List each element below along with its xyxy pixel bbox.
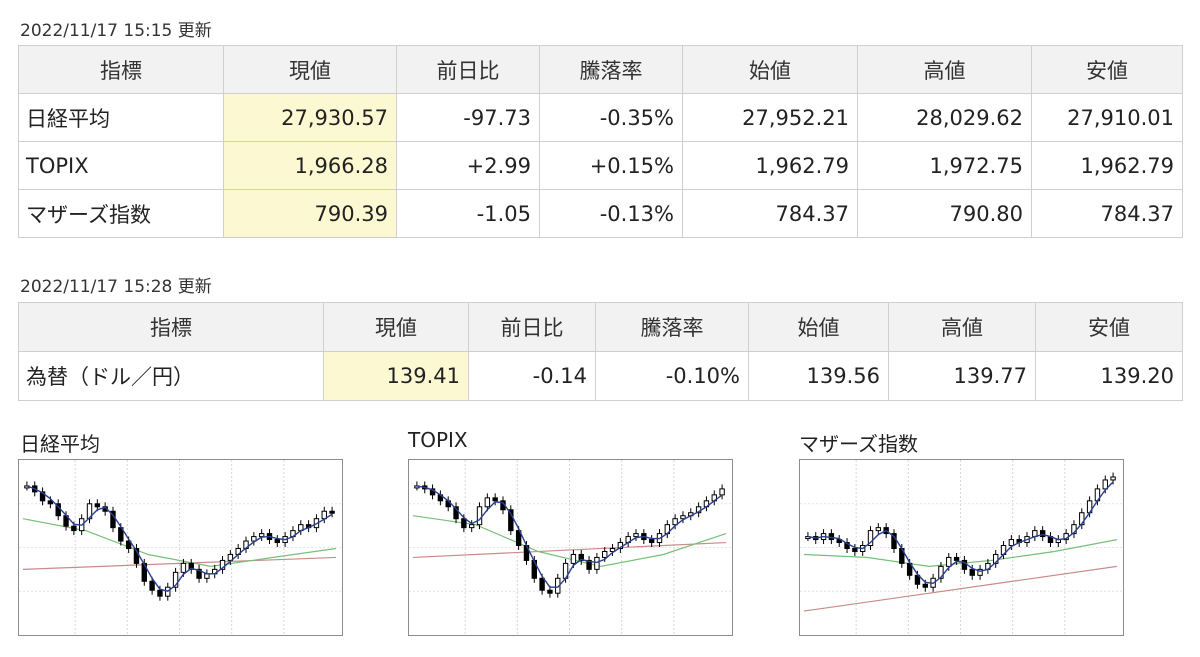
col-header-high: 高値 bbox=[888, 302, 1036, 352]
fx-table: 指標 現値 前日比 騰落率 始値 高値 安値 為替（ドル／円） 139.41 -… bbox=[18, 302, 1183, 401]
candle bbox=[476, 506, 483, 526]
candle bbox=[648, 539, 655, 544]
update-timestamp-fx: 2022/11/17 15:28 更新 bbox=[20, 277, 212, 297]
candle bbox=[969, 568, 975, 576]
fx-name: 為替（ドル／円） bbox=[18, 351, 324, 401]
candle bbox=[1008, 539, 1015, 547]
candle bbox=[570, 553, 577, 564]
candle bbox=[94, 503, 101, 508]
candle bbox=[484, 497, 491, 508]
col-header-rate: 騰落率 bbox=[595, 302, 749, 352]
candle bbox=[875, 527, 882, 532]
candle bbox=[461, 518, 467, 529]
candle bbox=[157, 589, 163, 597]
rate-value: -0.13% bbox=[539, 189, 683, 238]
change-value: -97.73 bbox=[396, 93, 540, 142]
high-value: 139.77 bbox=[888, 351, 1036, 401]
high-value: 28,029.62 bbox=[857, 93, 1032, 142]
rate-value: -0.35% bbox=[539, 93, 683, 142]
table-row: 日経平均 27,930.57 -97.73 -0.35% 27,952.21 2… bbox=[18, 93, 1183, 142]
high-value: 1,972.75 bbox=[857, 141, 1032, 190]
candle bbox=[852, 548, 858, 552]
candle bbox=[539, 577, 545, 591]
candle bbox=[633, 533, 639, 538]
chart-title-mothers: マザーズ指数 bbox=[799, 432, 918, 456]
index-link-topix[interactable]: TOPIX bbox=[18, 141, 224, 190]
low-value: 27,910.01 bbox=[1031, 93, 1183, 142]
candle bbox=[204, 573, 210, 579]
candle bbox=[71, 525, 77, 532]
current-value: 27,930.57 bbox=[223, 93, 397, 142]
open-value: 784.37 bbox=[682, 189, 858, 238]
current-value: 790.39 bbox=[223, 189, 397, 238]
rate-value: +0.15% bbox=[539, 141, 683, 190]
candle bbox=[468, 524, 475, 529]
col-header-change: 前日比 bbox=[468, 302, 596, 352]
candle bbox=[922, 583, 928, 588]
candle bbox=[149, 580, 155, 591]
candle bbox=[602, 550, 608, 558]
candle bbox=[953, 556, 960, 561]
col-header-low: 安値 bbox=[1031, 45, 1183, 94]
chart-mothers[interactable] bbox=[799, 459, 1124, 636]
current-value: 139.41 bbox=[323, 351, 469, 401]
current-value: 1,966.28 bbox=[223, 141, 397, 190]
table-row: TOPIX 1,966.28 +2.99 +0.15% 1,962.79 1,9… bbox=[18, 141, 1183, 190]
low-value: 1,962.79 bbox=[1031, 141, 1183, 190]
col-header-change: 前日比 bbox=[396, 45, 540, 94]
chart-nikkei[interactable] bbox=[18, 459, 343, 636]
col-header-open: 始値 bbox=[748, 302, 889, 352]
col-header-open: 始値 bbox=[682, 45, 858, 94]
candle bbox=[828, 533, 835, 541]
col-header-rate: 騰落率 bbox=[539, 45, 683, 94]
low-value: 139.20 bbox=[1035, 351, 1183, 401]
table-row: 為替（ドル／円） 139.41 -0.14 -0.10% 139.56 139.… bbox=[18, 351, 1183, 401]
candle bbox=[274, 539, 281, 544]
candle bbox=[492, 497, 498, 502]
change-value: -0.14 bbox=[468, 351, 596, 401]
candle bbox=[329, 510, 335, 514]
chart-title-nikkei: 日経平均 bbox=[20, 432, 100, 456]
change-value: -1.05 bbox=[396, 189, 540, 238]
open-value: 139.56 bbox=[748, 351, 889, 401]
candle bbox=[594, 556, 600, 570]
index-link-nikkei[interactable]: 日経平均 bbox=[18, 93, 224, 142]
col-header-low: 安値 bbox=[1035, 302, 1183, 352]
table-header-row: 指標 現値 前日比 騰落率 始値 高値 安値 bbox=[18, 302, 1183, 352]
col-header-high: 高値 bbox=[857, 45, 1032, 94]
index-link-mothers[interactable]: マザーズ指数 bbox=[18, 189, 224, 238]
table-header-row: 指標 現値 前日比 騰落率 始値 高値 安値 bbox=[18, 45, 1183, 94]
moving-average-long bbox=[22, 556, 337, 570]
rate-value: -0.10% bbox=[595, 351, 749, 401]
candle bbox=[258, 533, 265, 538]
update-timestamp-indices: 2022/11/17 15:15 更新 bbox=[20, 21, 212, 41]
indices-table: 指標 現値 前日比 騰落率 始値 高値 安値 日経平均 27,930.57 -9… bbox=[18, 45, 1183, 238]
candle bbox=[1110, 476, 1116, 481]
open-value: 27,952.21 bbox=[682, 93, 858, 142]
candle bbox=[719, 488, 725, 496]
chart-title-topix: TOPIX bbox=[408, 428, 468, 452]
col-header-indicator: 指標 bbox=[18, 45, 224, 94]
col-header-indicator: 指標 bbox=[18, 302, 324, 352]
candle bbox=[180, 562, 187, 573]
high-value: 790.80 bbox=[857, 189, 1032, 238]
change-value: +2.99 bbox=[396, 141, 540, 190]
table-row: マザーズ指数 790.39 -1.05 -0.13% 784.37 790.80… bbox=[18, 189, 1183, 238]
low-value: 784.37 bbox=[1031, 189, 1183, 238]
chart-topix[interactable] bbox=[408, 459, 733, 636]
col-header-current: 現値 bbox=[323, 302, 469, 352]
candle bbox=[547, 589, 553, 594]
open-value: 1,962.79 bbox=[682, 141, 858, 190]
col-header-current: 現値 bbox=[223, 45, 397, 94]
candle bbox=[946, 556, 952, 567]
